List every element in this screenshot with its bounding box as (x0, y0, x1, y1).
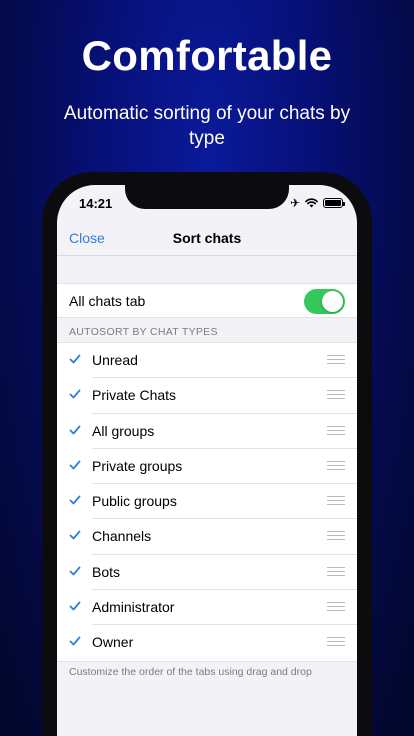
battery-icon (323, 198, 345, 208)
drag-handle-icon[interactable] (327, 602, 345, 612)
navbar: Close Sort chats (57, 220, 357, 256)
checkmark-icon (69, 425, 81, 434)
checkmark-icon (69, 460, 81, 470)
list-item-label: All groups (92, 422, 155, 439)
drag-handle-icon[interactable] (327, 637, 345, 647)
list-item-channels[interactable]: Channels (57, 519, 357, 555)
all-chats-tab-label: All chats tab (69, 293, 146, 309)
section-header: AUTOSORT BY CHAT TYPES (69, 326, 218, 338)
list-item-all-groups[interactable]: All groups (57, 414, 357, 449)
checkmark-icon (69, 566, 81, 576)
checkmark-icon (69, 495, 81, 505)
checkmark-icon (69, 389, 81, 399)
status-icons: ✈ (289, 196, 345, 210)
hero-subtitle: Automatic sorting of your chats by type (63, 103, 351, 149)
checkmark-icon (69, 354, 81, 364)
list-item-label: Owner (92, 634, 134, 651)
navbar-divider (57, 255, 357, 256)
list-item-label: Private Chats (92, 387, 177, 404)
list-item-owner[interactable]: Owner (57, 625, 357, 660)
chat-types-list: Unread Private Chats All groups Private … (57, 342, 357, 662)
list-item-label: Unread (92, 352, 138, 368)
hero-title: Comfortable (81, 32, 333, 79)
drag-handle-icon[interactable] (327, 390, 345, 400)
phone-screen: 14:21 ✈ Close Sort chats All chats tab A… (57, 185, 357, 736)
airplane-icon: ✈ (289, 196, 300, 210)
wifi-icon (305, 198, 318, 208)
phone-notch (125, 185, 289, 209)
drag-handle-icon[interactable] (327, 425, 345, 436)
nav-title: Sort chats (172, 230, 242, 246)
list-item-label: Private groups (92, 457, 183, 474)
drag-handle-icon[interactable] (327, 460, 345, 471)
all-chats-tab-row: All chats tab (57, 283, 357, 318)
list-item-private-groups[interactable]: Private groups (57, 449, 357, 485)
checkmark-icon (69, 601, 81, 611)
list-item-bots[interactable]: Bots (57, 555, 357, 591)
checkmark-icon (69, 531, 81, 540)
switch-knob (322, 291, 343, 312)
list-item-label: Public groups (92, 493, 177, 510)
status-time: 14:21 (79, 196, 113, 211)
list-item-public-groups[interactable]: Public groups (57, 484, 357, 520)
list-item-label: Bots (92, 563, 121, 580)
all-chats-tab-switch[interactable] (304, 289, 345, 314)
drag-handle-icon[interactable] (327, 355, 345, 365)
list-item-administrator[interactable]: Administrator (57, 590, 357, 626)
list-item-label: Administrator (92, 599, 175, 616)
checkmark-icon (69, 636, 81, 646)
list-item-label: Channels (92, 528, 152, 545)
list-item-unread[interactable]: Unread (57, 343, 357, 379)
drag-handle-icon[interactable] (327, 566, 345, 577)
list-item-private-chats[interactable]: Private Chats (57, 378, 357, 414)
section-footer: Customize the order of the tabs using dr… (69, 666, 312, 678)
drag-handle-icon[interactable] (327, 531, 345, 541)
drag-handle-icon[interactable] (327, 496, 345, 506)
